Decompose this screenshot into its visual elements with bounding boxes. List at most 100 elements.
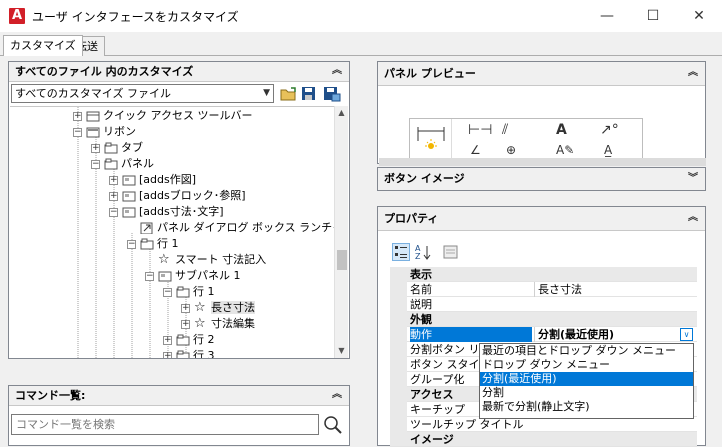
tree-item[interactable]: + 行 2 xyxy=(163,332,215,348)
expand-chevron-icon[interactable]: ︾ xyxy=(686,172,700,186)
tab-customize[interactable]: カスタマイズ xyxy=(3,35,83,56)
expand-icon[interactable]: + xyxy=(163,351,172,358)
subpanel-icon xyxy=(158,271,172,282)
collapse-icon[interactable]: − xyxy=(127,239,136,249)
tree-item[interactable]: ☆ スマート 寸法記入 xyxy=(158,252,266,268)
tree-vertical-scrollbar[interactable]: ▲ ▼ xyxy=(334,106,348,358)
collapse-icon[interactable]: − xyxy=(109,207,118,217)
preview-splitter[interactable] xyxy=(379,158,706,166)
collapse-icon[interactable]: − xyxy=(91,159,100,169)
command-search-input[interactable] xyxy=(11,414,319,435)
property-row[interactable]: 説明 xyxy=(390,297,697,312)
tree-item[interactable]: + ☆ 寸法編集 xyxy=(181,316,255,332)
save-as-icon xyxy=(324,87,341,102)
tree-item-label: タブ xyxy=(121,141,143,154)
category-image[interactable]: ∨イメージ xyxy=(390,432,697,447)
minimize-button[interactable]: — xyxy=(584,0,630,32)
property-row[interactable]: ツールチップ タイトル xyxy=(390,417,697,432)
splitter[interactable] xyxy=(8,362,350,382)
tree-item[interactable]: − サブパネル 1 xyxy=(145,268,241,284)
expand-icon[interactable]: + xyxy=(73,111,82,121)
dropdown-option[interactable]: ドロップ ダウン メニュー xyxy=(480,358,693,372)
customization-file-select[interactable]: すべてのカスタマイズ ファイル ▼ xyxy=(11,84,274,103)
save-icon xyxy=(302,87,315,100)
tree-item-label: パネル ダイアログ ボックス ランチャー xyxy=(157,221,348,234)
row-icon xyxy=(176,334,190,346)
tree-item-label: [adds作図] xyxy=(139,173,197,186)
expand-icon[interactable]: + xyxy=(181,303,190,313)
expand-icon[interactable]: + xyxy=(91,143,100,153)
chevron-down-icon: ▼ xyxy=(263,88,270,98)
ribbon-icon xyxy=(86,127,100,138)
text-icon[interactable]: A xyxy=(556,122,567,138)
save-as-button[interactable] xyxy=(322,85,342,102)
tree-item[interactable]: − リボン xyxy=(73,124,136,140)
tree-item-label: 行 2 xyxy=(193,333,215,346)
command-list-title: コマンド一覧: xyxy=(15,389,86,402)
window-title: ユーザ インタフェースをカスタマイズ xyxy=(32,10,239,24)
alphabetical-button[interactable]: AZ xyxy=(414,243,432,261)
property-pages-button[interactable] xyxy=(442,243,460,261)
property-value[interactable]: 長さ寸法 xyxy=(534,282,697,297)
collapse-chevron-icon[interactable]: ︽ xyxy=(330,388,344,402)
button-image-header[interactable]: ボタン イメージ ︾ xyxy=(378,168,705,190)
dropdown-option[interactable]: 分割 xyxy=(480,386,693,400)
customizations-panel-header: すべてのファイル 内のカスタマイズ ︽ xyxy=(9,62,349,82)
tree-item[interactable]: + [addsブロック･参照] xyxy=(109,188,246,204)
collapse-chevron-icon[interactable]: ︽ xyxy=(330,64,344,78)
category-appearance[interactable]: ∨外観 xyxy=(390,312,697,327)
tab-strip xyxy=(0,32,722,56)
text-edit-icon[interactable]: A✎ xyxy=(556,143,574,157)
tree-item[interactable]: − パネル xyxy=(91,156,154,172)
tree-item[interactable]: + タブ xyxy=(91,140,143,156)
scroll-thumb[interactable] xyxy=(337,250,347,270)
category-display[interactable]: ∨表示 xyxy=(390,267,697,282)
tree-item[interactable]: + クイック アクセス ツールバー xyxy=(73,108,252,124)
scroll-down-icon[interactable]: ▼ xyxy=(335,344,348,358)
tree-item[interactable]: + [adds作図] xyxy=(109,172,196,188)
customizations-panel-title: すべてのファイル 内のカスタマイズ xyxy=(15,65,194,78)
tree-item-selected[interactable]: + ☆ 長さ寸法 xyxy=(181,300,255,316)
dropdown-option-selected[interactable]: 分割(最近使用) xyxy=(480,372,693,386)
tree-item-label: サブパネル 1 xyxy=(175,269,241,282)
collapse-chevron-icon[interactable]: ︽ xyxy=(686,66,700,80)
categorized-button[interactable] xyxy=(392,243,410,261)
tree-item[interactable]: − 行 1 xyxy=(127,236,179,252)
expand-icon[interactable]: + xyxy=(181,319,190,329)
collapse-icon[interactable]: − xyxy=(163,287,172,297)
property-row-behavior[interactable]: 動作 分割(最近使用) ∨ xyxy=(390,327,697,342)
close-button[interactable]: ✕ xyxy=(676,0,722,32)
linear-dimension-preview[interactable] xyxy=(410,119,452,161)
tree-item-label: 行 1 xyxy=(193,285,215,298)
dropdown-option[interactable]: 最近の項目とドロップ ダウン メニュー xyxy=(480,344,693,358)
scroll-up-icon[interactable]: ▲ xyxy=(335,106,348,120)
collapse-icon[interactable]: − xyxy=(145,271,154,281)
dropdown-chevron-icon[interactable]: ∨ xyxy=(680,328,693,341)
tree-item-label: スマート 寸法記入 xyxy=(175,253,267,266)
collapse-chevron-icon[interactable]: ︽ xyxy=(686,211,700,225)
row-icon xyxy=(176,350,190,358)
expand-icon[interactable]: + xyxy=(163,335,172,345)
dropdown-option[interactable]: 最新で分割(静止文字) xyxy=(480,400,693,414)
tree-item[interactable]: − [adds寸法･文字] xyxy=(109,204,224,220)
open-file-button[interactable] xyxy=(279,85,297,102)
leader-icon[interactable]: ↗° xyxy=(600,122,619,138)
panel-icon xyxy=(122,191,136,202)
tree-item[interactable]: + 行 3 xyxy=(163,348,215,358)
aligned-dimension-icon[interactable]: ⫽ xyxy=(502,122,508,138)
collapse-icon[interactable]: − xyxy=(73,127,82,137)
text-style-icon[interactable]: A̲ xyxy=(604,143,612,157)
categorized-icon xyxy=(395,246,407,258)
property-row[interactable]: 名前 長さ寸法 xyxy=(390,282,697,297)
angular-dimension-icon[interactable]: ∠ xyxy=(470,143,481,157)
maximize-button[interactable]: ☐ xyxy=(630,0,676,32)
expand-icon[interactable]: + xyxy=(109,191,118,201)
tree-item[interactable]: − 行 1 xyxy=(163,284,215,300)
tree-item[interactable]: パネル ダイアログ ボックス ランチャー xyxy=(140,220,348,236)
expand-icon[interactable]: + xyxy=(109,175,118,185)
behavior-value[interactable]: 分割(最近使用) xyxy=(534,327,697,342)
dimension-icon[interactable]: ⊢⊣ xyxy=(468,122,492,138)
centermark-icon[interactable]: ⊕ xyxy=(506,143,516,157)
save-button[interactable] xyxy=(300,85,318,102)
search-button[interactable] xyxy=(322,414,344,435)
